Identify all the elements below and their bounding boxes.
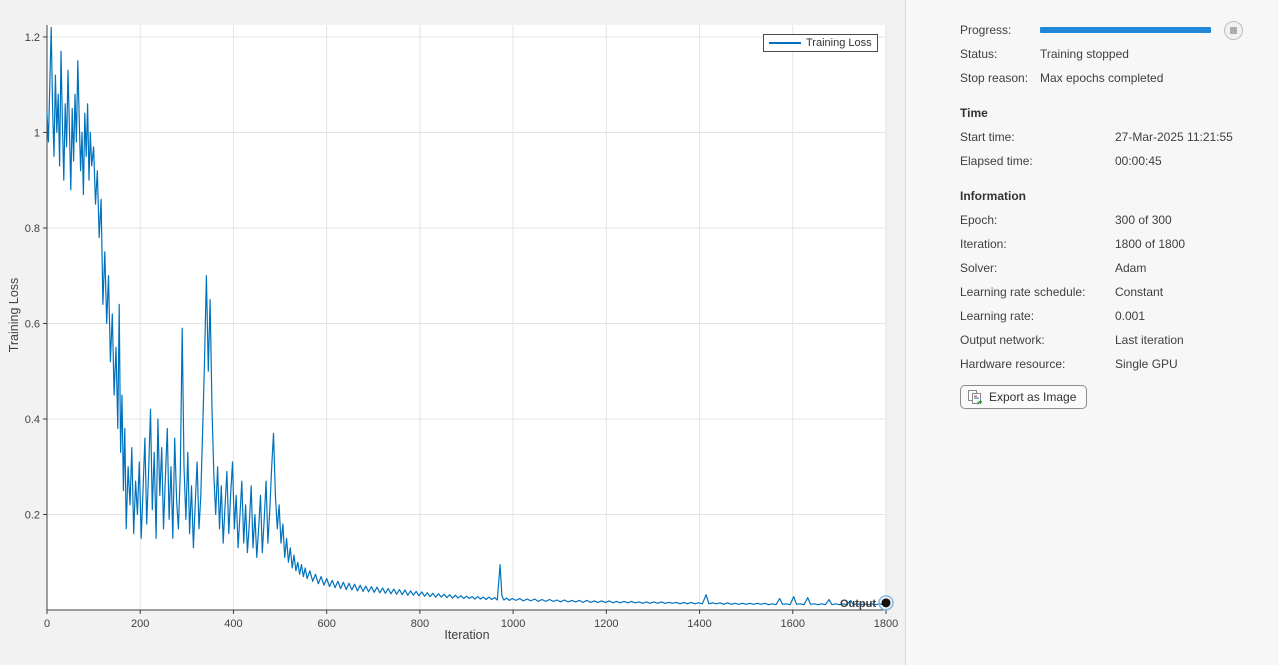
solver-row: Solver: Adam	[960, 256, 1264, 280]
start-time-label: Start time:	[960, 130, 1115, 144]
y-tick-label: 1	[34, 127, 40, 139]
elapsed-time-value: 00:00:45	[1115, 154, 1162, 168]
y-tick-label: 0.4	[25, 414, 40, 426]
output-network-value: Last iteration	[1115, 333, 1184, 347]
training-info-panel: Progress: Status: Training stopped Stop …	[905, 0, 1278, 665]
solver-label: Solver:	[960, 261, 1115, 275]
x-tick-label: 200	[131, 618, 149, 630]
stop-reason-label: Stop reason:	[960, 71, 1040, 85]
iteration-value: 1800 of 1800	[1115, 237, 1185, 251]
y-tick-label: 1.2	[25, 32, 40, 44]
output-marker-dot	[882, 598, 891, 607]
stop-icon	[1230, 27, 1237, 34]
y-tick-label: 0.8	[25, 223, 40, 235]
output-network-row: Output network: Last iteration	[960, 328, 1264, 352]
stop-reason-value: Max epochs completed	[1040, 71, 1163, 85]
training-plot-panel: 0200400600800100012001400160018000.20.40…	[0, 0, 905, 665]
x-tick-label: 1200	[594, 618, 618, 630]
x-tick-label: 1600	[781, 618, 805, 630]
lr-schedule-value: Constant	[1115, 285, 1163, 299]
x-tick-label: 600	[317, 618, 335, 630]
lr-schedule-row: Learning rate schedule: Constant	[960, 280, 1264, 304]
hardware-resource-value: Single GPU	[1115, 357, 1178, 371]
epoch-row: Epoch: 300 of 300	[960, 208, 1264, 232]
y-tick-label: 0.6	[25, 318, 40, 330]
legend-line-sample	[769, 42, 801, 44]
output-marker-label: Output	[840, 598, 876, 610]
iteration-label: Iteration:	[960, 237, 1115, 251]
x-tick-label: 1800	[874, 618, 898, 630]
export-image-icon	[967, 389, 983, 405]
x-tick-label: 400	[224, 618, 242, 630]
status-label: Status:	[960, 47, 1040, 61]
x-axis-label: Iteration	[417, 628, 517, 642]
status-row: Status: Training stopped	[960, 42, 1264, 66]
export-as-image-button[interactable]: Export as Image	[960, 385, 1087, 409]
stop-reason-row: Stop reason: Max epochs completed	[960, 66, 1264, 90]
elapsed-time-row: Elapsed time: 00:00:45	[960, 149, 1264, 173]
start-time-value: 27-Mar-2025 11:21:55	[1115, 130, 1233, 144]
x-tick-label: 0	[44, 618, 50, 630]
y-tick-label: 0.2	[25, 509, 40, 521]
legend-label: Training Loss	[806, 37, 872, 49]
export-as-image-label: Export as Image	[989, 390, 1076, 404]
start-time-row: Start time: 27-Mar-2025 11:21:55	[960, 125, 1264, 149]
solver-value: Adam	[1115, 261, 1146, 275]
hardware-resource-label: Hardware resource:	[960, 357, 1115, 371]
iteration-row: Iteration: 1800 of 1800	[960, 232, 1264, 256]
output-network-label: Output network:	[960, 333, 1115, 347]
legend: Training Loss	[763, 34, 878, 52]
stop-button[interactable]	[1224, 21, 1243, 40]
progress-row: Progress:	[960, 18, 1264, 42]
training-loss-chart[interactable]: 0200400600800100012001400160018000.20.40…	[0, 0, 905, 665]
x-tick-label: 1400	[687, 618, 711, 630]
progress-label: Progress:	[960, 23, 1040, 37]
learning-rate-row: Learning rate: 0.001	[960, 304, 1264, 328]
time-section-title: Time	[960, 104, 1264, 122]
epoch-label: Epoch:	[960, 213, 1115, 227]
lr-schedule-label: Learning rate schedule:	[960, 285, 1115, 299]
y-axis-label: Training Loss	[7, 215, 21, 415]
epoch-value: 300 of 300	[1115, 213, 1172, 227]
status-value: Training stopped	[1040, 47, 1129, 61]
elapsed-time-label: Elapsed time:	[960, 154, 1115, 168]
learning-rate-value: 0.001	[1115, 309, 1145, 323]
progress-bar	[1040, 27, 1211, 33]
hardware-resource-row: Hardware resource: Single GPU	[960, 352, 1264, 376]
learning-rate-label: Learning rate:	[960, 309, 1115, 323]
information-section-title: Information	[960, 187, 1264, 205]
